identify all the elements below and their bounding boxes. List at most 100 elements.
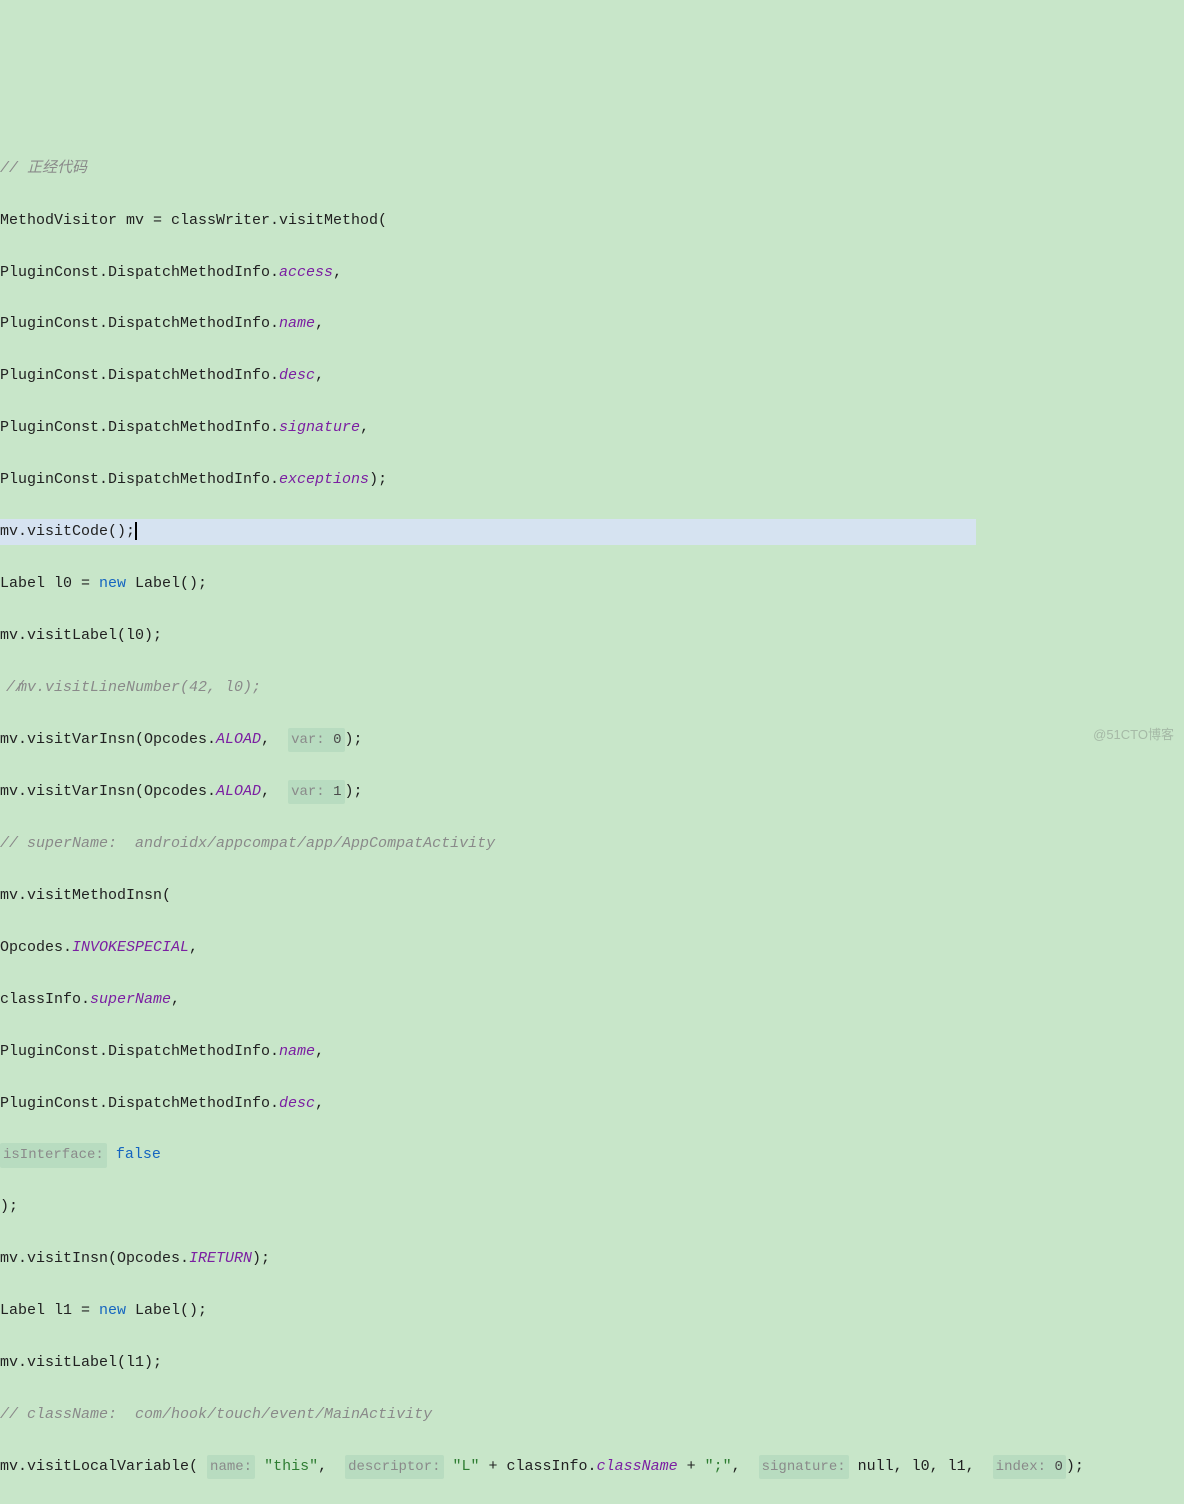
code-line[interactable]: // 正经代码 xyxy=(0,156,1184,182)
code-text: mv.visitInsn(Opcodes. xyxy=(0,1246,189,1272)
code-text: , xyxy=(315,311,324,337)
code-text: Label l1 = xyxy=(0,1298,99,1324)
code-text: mv.visitMethodInsn( xyxy=(0,883,171,909)
comment: // className: com/hook/touch/event/MainA… xyxy=(0,1402,432,1428)
code-text: MethodVisitor mv = classWriter.visitMeth… xyxy=(0,208,387,234)
code-line[interactable]: // className: com/hook/touch/event/MainA… xyxy=(0,1402,1184,1428)
code-line[interactable]: mv.visitMethodInsn( xyxy=(0,883,1184,909)
code-text: , xyxy=(732,1454,759,1480)
code-line[interactable]: mv.visitVarInsn(Opcodes.ALOAD, var: 1); xyxy=(0,779,1184,805)
code-text: , xyxy=(333,260,342,286)
parameter-hint: var: 0 xyxy=(288,728,344,752)
parameter-hint: signature: xyxy=(759,1455,849,1479)
code-text: , xyxy=(261,727,288,753)
code-text: PluginConst.DispatchMethodInfo. xyxy=(0,467,279,493)
parameter-hint: isInterface: xyxy=(0,1143,107,1167)
code-text: + xyxy=(678,1454,705,1480)
keyword: false xyxy=(107,1142,161,1168)
code-line[interactable]: PluginConst.DispatchMethodInfo.name, xyxy=(0,311,1184,337)
code-editor[interactable]: // 正经代码 MethodVisitor mv = classWriter.v… xyxy=(0,104,1184,1504)
code-line[interactable]: Label l0 = new Label(); xyxy=(0,571,1184,597)
code-text: PluginConst.DispatchMethodInfo. xyxy=(0,415,279,441)
code-text: PluginConst.DispatchMethodInfo. xyxy=(0,363,279,389)
code-text: + classInfo. xyxy=(480,1454,597,1480)
field-ref: ALOAD xyxy=(216,727,261,753)
code-text: , xyxy=(360,415,369,441)
code-text: ); xyxy=(252,1246,270,1272)
code-line[interactable]: // superName: androidx/appcompat/app/App… xyxy=(0,831,1184,857)
code-text: ); xyxy=(345,779,363,805)
field-ref: name xyxy=(279,311,315,337)
code-text: Label(); xyxy=(126,1298,207,1324)
code-text: PluginConst.DispatchMethodInfo. xyxy=(0,311,279,337)
code-text: ); xyxy=(1066,1454,1084,1480)
code-text: , xyxy=(315,1091,324,1117)
code-line[interactable]: Label l1 = new Label(); xyxy=(0,1298,1184,1324)
field-ref: desc xyxy=(279,363,315,389)
code-text: Label(); xyxy=(126,571,207,597)
code-text: , xyxy=(171,987,180,1013)
code-line[interactable]: Opcodes.INVOKESPECIAL, xyxy=(0,935,1184,961)
keyword: new xyxy=(99,571,126,597)
code-line[interactable]: mv.visitLocalVariable( name: "this", des… xyxy=(0,1454,1184,1480)
code-line[interactable]: PluginConst.DispatchMethodInfo.signature… xyxy=(0,415,1184,441)
code-line-active[interactable]: mv.visitCode(); xyxy=(0,519,976,545)
code-line[interactable]: isInterface: false xyxy=(0,1142,1184,1168)
code-line[interactable]: PluginConst.DispatchMethodInfo.name, xyxy=(0,1039,1184,1065)
code-line[interactable]: classInfo.superName, xyxy=(0,987,1184,1013)
code-line[interactable]: mv.visitLabel(l1); xyxy=(0,1350,1184,1376)
code-line[interactable]: ); xyxy=(0,1194,1184,1220)
parameter-hint: var: 1 xyxy=(288,780,344,804)
code-text: , xyxy=(189,935,198,961)
comment: // 正经代码 xyxy=(0,156,87,182)
code-line[interactable]: mv.visitInsn(Opcodes.IRETURN); xyxy=(0,1246,1184,1272)
code-text: PluginConst.DispatchMethodInfo. xyxy=(0,1039,279,1065)
code-line[interactable]: PluginConst.DispatchMethodInfo.exception… xyxy=(0,467,1184,493)
gutter-comment-marker: // xyxy=(6,675,24,701)
field-ref: access xyxy=(279,260,333,286)
code-line[interactable]: mv.visitLabel(l0); xyxy=(0,623,1184,649)
field-ref: exceptions xyxy=(279,467,369,493)
code-text: mv.visitLabel(l1); xyxy=(0,1350,162,1376)
string-literal: "this" xyxy=(255,1454,318,1480)
code-line[interactable]: MethodVisitor mv = classWriter.visitMeth… xyxy=(0,208,1184,234)
field-ref: INVOKESPECIAL xyxy=(72,935,189,961)
code-text: mv.visitVarInsn(Opcodes. xyxy=(0,779,216,805)
code-text: ); xyxy=(345,727,363,753)
code-text: PluginConst.DispatchMethodInfo. xyxy=(0,1091,279,1117)
code-line[interactable]: PluginConst.DispatchMethodInfo.desc, xyxy=(0,363,1184,389)
code-line[interactable]: mv.visitVarInsn(Opcodes.ALOAD, var: 0); xyxy=(0,727,1184,753)
code-text: , xyxy=(318,1454,345,1480)
code-text: Opcodes. xyxy=(0,935,72,961)
field-ref: className xyxy=(597,1454,678,1480)
field-ref: ALOAD xyxy=(216,779,261,805)
string-literal: "L" xyxy=(444,1454,480,1480)
code-text: classInfo. xyxy=(0,987,90,1013)
code-text: Label l0 = xyxy=(0,571,99,597)
code-text: null, l0, l1, xyxy=(849,1454,993,1480)
text-cursor xyxy=(135,522,137,540)
code-text: mv.visitVarInsn(Opcodes. xyxy=(0,727,216,753)
comment: // superName: androidx/appcompat/app/App… xyxy=(0,831,495,857)
code-line[interactable]: // mv.visitLineNumber(42, l0); xyxy=(0,675,1184,701)
code-text: , xyxy=(261,779,288,805)
comment: mv.visitLineNumber(42, l0); xyxy=(0,675,261,701)
parameter-hint: name: xyxy=(207,1455,255,1479)
field-ref: IRETURN xyxy=(189,1246,252,1272)
code-line[interactable]: PluginConst.DispatchMethodInfo.access, xyxy=(0,260,1184,286)
parameter-hint: index: 0 xyxy=(993,1455,1066,1479)
parameter-hint: descriptor: xyxy=(345,1455,443,1479)
code-text: mv.visitLabel(l0); xyxy=(0,623,162,649)
field-ref: signature xyxy=(279,415,360,441)
code-line[interactable]: PluginConst.DispatchMethodInfo.desc, xyxy=(0,1091,1184,1117)
field-ref: superName xyxy=(90,987,171,1013)
field-ref: desc xyxy=(279,1091,315,1117)
code-text: ); xyxy=(369,467,387,493)
code-text: , xyxy=(315,1039,324,1065)
code-text: mv.visitCode(); xyxy=(0,519,135,545)
code-text: PluginConst.DispatchMethodInfo. xyxy=(0,260,279,286)
field-ref: name xyxy=(279,1039,315,1065)
code-text: mv.visitLocalVariable( xyxy=(0,1454,207,1480)
keyword: new xyxy=(99,1298,126,1324)
code-text: , xyxy=(315,363,324,389)
